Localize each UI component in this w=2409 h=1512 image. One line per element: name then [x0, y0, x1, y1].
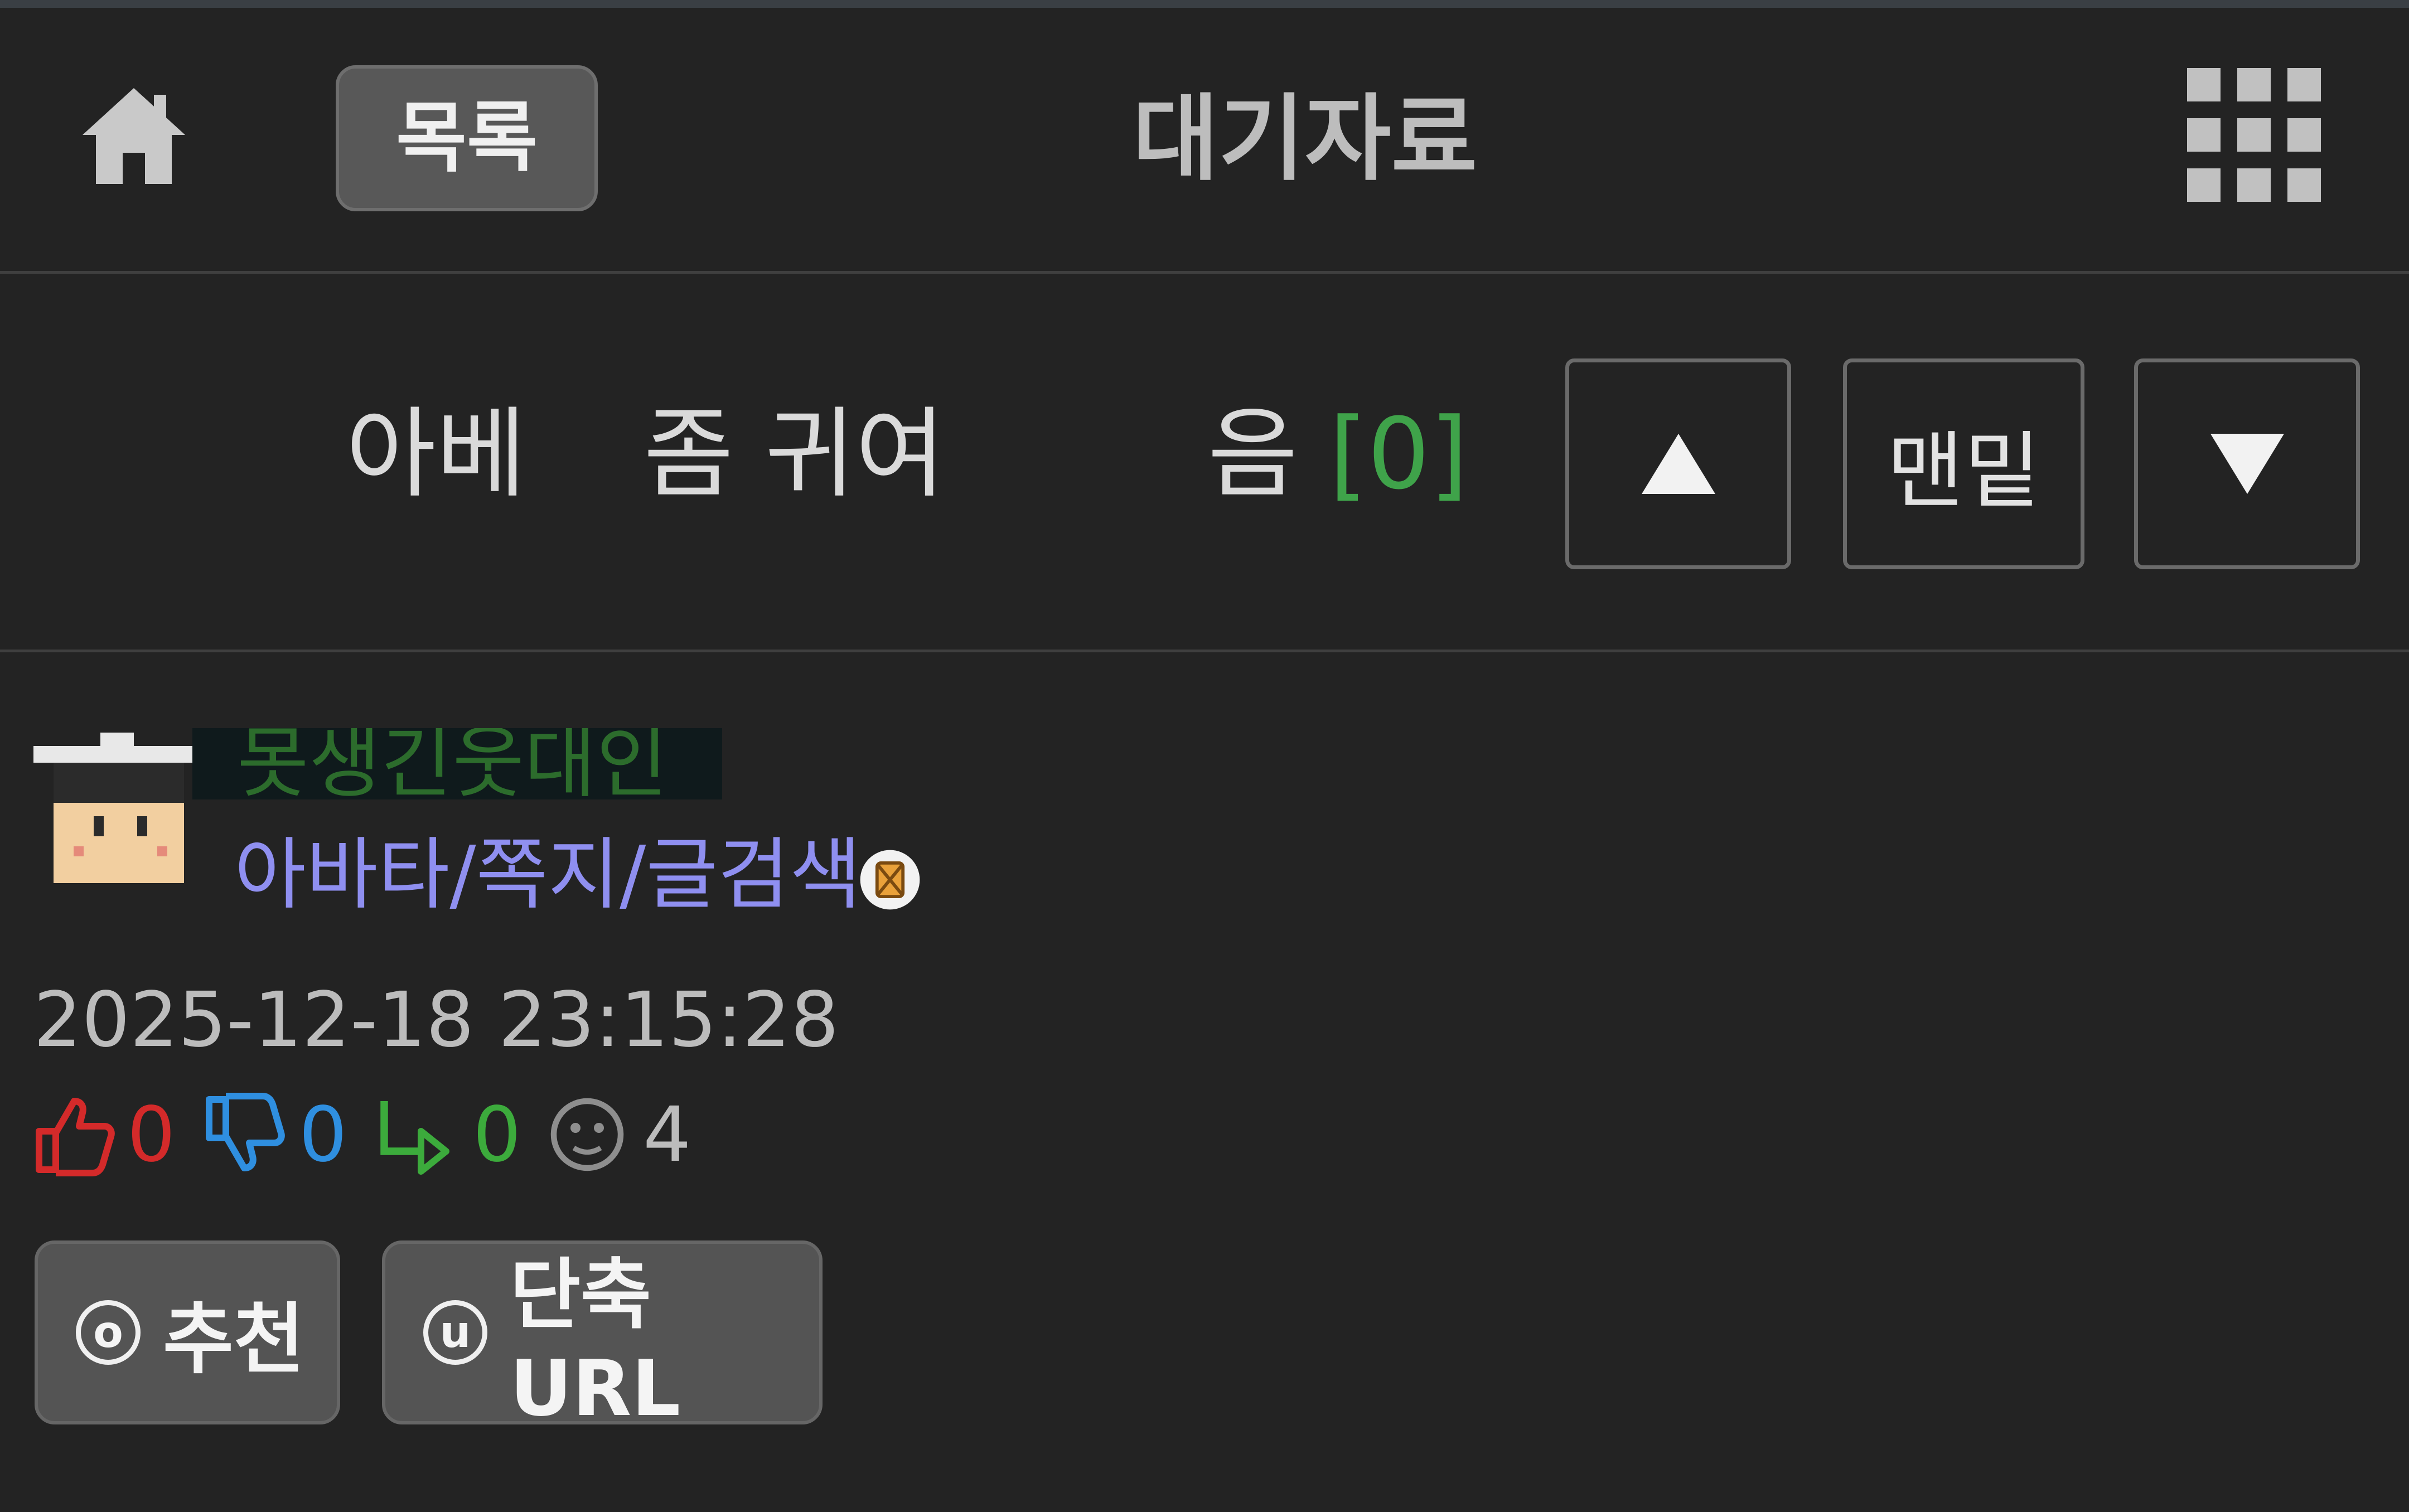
comment-count[interactable]: [0] [1329, 397, 1468, 511]
short-url-key-icon: u [423, 1300, 488, 1365]
recommend-label: 추천 [163, 1295, 304, 1384]
post-title: 아베 좀 귀여 음 [0] [346, 390, 1468, 518]
avatar[interactable] [33, 729, 201, 896]
thumbs-up-icon[interactable] [32, 1093, 116, 1176]
list-button[interactable]: 목록 [336, 65, 598, 211]
home-icon[interactable] [78, 79, 190, 191]
view-count: 4 [643, 1091, 691, 1179]
recommend-key-icon: o [76, 1300, 141, 1365]
thumbs-down-icon[interactable] [202, 1093, 286, 1176]
short-url-label: 단축URL [510, 1249, 681, 1433]
page-title: 대기자료 [1132, 84, 1478, 193]
author-nickname[interactable]: 못생긴웃대인 [192, 728, 722, 799]
header: 목록 대기자료 [0, 8, 2409, 273]
arrow-up-icon [1641, 434, 1715, 494]
upvote-count: 0 [127, 1091, 176, 1179]
share-arrow-icon[interactable] [373, 1093, 456, 1176]
title-part-2: 좀 귀여 [643, 397, 946, 511]
recommend-button[interactable]: o 추천 [35, 1240, 340, 1424]
share-count: 0 [473, 1091, 521, 1179]
downvote-count: 0 [299, 1091, 347, 1179]
title-divider [0, 650, 2409, 652]
title-part-3: 음 [1207, 397, 1298, 511]
top-strip [0, 0, 2409, 8]
header-divider [0, 271, 2409, 274]
arrow-down-icon [2210, 434, 2284, 494]
scroll-bottom-button[interactable]: 맨밑 [1843, 358, 2084, 569]
scroll-down-button[interactable] [2134, 358, 2360, 569]
title-part-1: 아베 [346, 397, 526, 511]
scroll-up-button[interactable] [1565, 358, 1791, 569]
short-url-button[interactable]: u 단축URL [382, 1240, 823, 1433]
badge-icon [860, 850, 920, 910]
face-icon [550, 1098, 624, 1171]
author-links[interactable]: 아바타/쪽지/글검색 [234, 825, 862, 925]
grid-menu-icon[interactable] [2187, 68, 2321, 202]
post-datetime: 2025-12-18 23:15:28 [33, 976, 839, 1064]
